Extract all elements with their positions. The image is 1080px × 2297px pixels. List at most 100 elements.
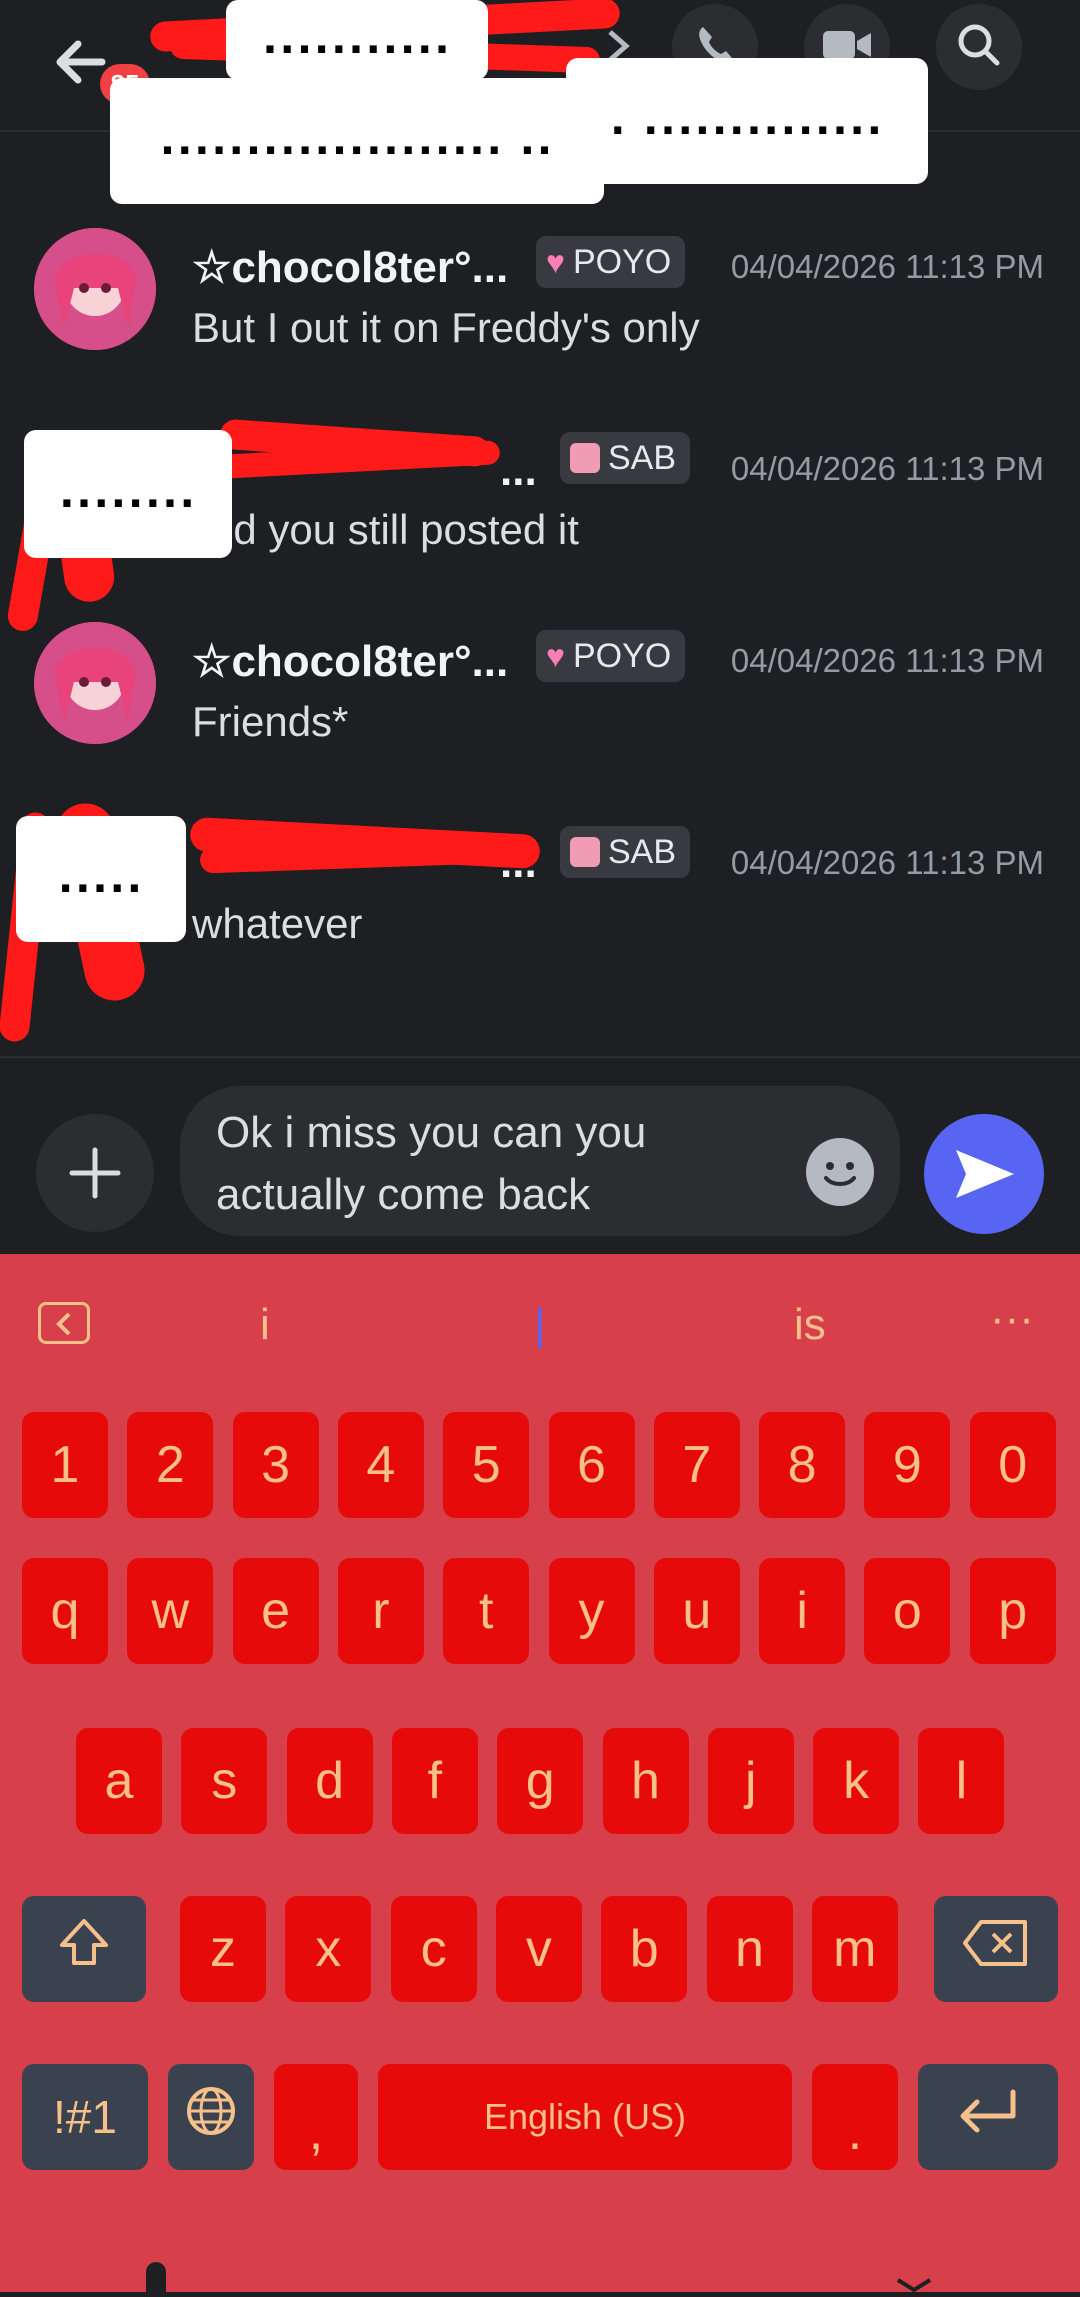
period-key[interactable]: . bbox=[812, 2064, 898, 2170]
key-2[interactable]: 2 bbox=[127, 1412, 214, 1518]
key-8[interactable]: 8 bbox=[759, 1412, 846, 1518]
message-text: But I out it on Freddy's only bbox=[192, 304, 700, 351]
timestamp: 04/04/2026 11:13 PM bbox=[730, 844, 1044, 881]
backspace-icon bbox=[961, 1918, 1031, 1981]
comma-key[interactable]: , bbox=[274, 2064, 358, 2170]
suggestion-2[interactable]: | bbox=[534, 1300, 545, 1350]
key-j[interactable]: j bbox=[707, 1728, 794, 1834]
key-p[interactable]: p bbox=[969, 1558, 1056, 1664]
timestamp: 04/04/2026 11:13 PM bbox=[730, 642, 1044, 679]
nav-bar-chevron-icon bbox=[894, 2278, 934, 2297]
username[interactable]: ☆chocol8ter°... bbox=[192, 636, 508, 687]
key-f[interactable]: f bbox=[391, 1728, 478, 1834]
timestamp: 04/04/2026 11:13 PM bbox=[730, 450, 1044, 487]
key-a[interactable]: a bbox=[76, 1728, 162, 1834]
redaction-box: ..... bbox=[16, 816, 186, 942]
more-options-icon[interactable]: ··· bbox=[990, 1294, 1034, 1344]
key-i[interactable]: i bbox=[759, 1558, 846, 1664]
symbols-key[interactable]: !#1 bbox=[22, 2064, 148, 2170]
nav-bar-handle bbox=[146, 2262, 166, 2292]
sab-badge-icon bbox=[570, 837, 600, 867]
key-z[interactable]: z bbox=[180, 1896, 266, 2002]
key-w[interactable]: w bbox=[127, 1558, 214, 1664]
tag-label: POYO bbox=[573, 242, 672, 281]
input-line: actually come back bbox=[216, 1170, 591, 1219]
key-1[interactable]: 1 bbox=[22, 1412, 108, 1518]
key-0[interactable]: 0 bbox=[969, 1412, 1056, 1518]
key-e[interactable]: e bbox=[232, 1558, 319, 1664]
key-b[interactable]: b bbox=[601, 1896, 688, 2002]
key-o[interactable]: o bbox=[864, 1558, 951, 1664]
message-text: nd you still posted it bbox=[210, 506, 579, 553]
language-key[interactable] bbox=[168, 2064, 254, 2170]
key-y[interactable]: y bbox=[548, 1558, 635, 1664]
key-x[interactable]: x bbox=[285, 1896, 372, 2002]
on-screen-keyboard: i | is ··· !#1 , English (US) . 12345678… bbox=[0, 1254, 1080, 2293]
attach-button[interactable] bbox=[36, 1114, 154, 1232]
key-n[interactable]: n bbox=[706, 1896, 793, 2002]
timestamp: 04/04/2026 11:13 PM bbox=[730, 248, 1044, 285]
redaction-box: ........... bbox=[226, 0, 488, 80]
tag-label: POYO bbox=[573, 636, 672, 675]
message[interactable]: ☆chocol8ter°... ♥ POYO 04/04/2026 11:13 … bbox=[0, 614, 1080, 764]
key-u[interactable]: u bbox=[653, 1558, 740, 1664]
key-d[interactable]: d bbox=[286, 1728, 373, 1834]
smiley-icon bbox=[806, 1138, 874, 1211]
shift-key[interactable] bbox=[22, 1896, 146, 2002]
backspace-key[interactable] bbox=[934, 1896, 1058, 2002]
key-4[interactable]: 4 bbox=[337, 1412, 424, 1518]
key-6[interactable]: 6 bbox=[548, 1412, 635, 1518]
key-g[interactable]: g bbox=[497, 1728, 584, 1834]
server-tag[interactable]: SAB bbox=[560, 826, 691, 878]
key-v[interactable]: v bbox=[495, 1896, 582, 2002]
tag-label: SAB bbox=[608, 438, 677, 477]
server-tag[interactable]: ♥ POYO bbox=[536, 630, 686, 682]
username[interactable]: ☆chocol8ter°... bbox=[192, 242, 508, 293]
message[interactable]: ... SAB 04/04/2026 11:13 PM whatever ...… bbox=[0, 782, 1080, 1052]
avatar[interactable] bbox=[34, 228, 156, 350]
plus-icon bbox=[66, 1144, 124, 1207]
tag-label: SAB bbox=[608, 832, 677, 871]
suggestion-3[interactable]: is bbox=[794, 1300, 826, 1350]
search-icon bbox=[954, 20, 1004, 75]
key-q[interactable]: q bbox=[22, 1558, 108, 1664]
key-l[interactable]: l bbox=[918, 1728, 1005, 1834]
key-t[interactable]: t bbox=[443, 1558, 530, 1664]
key-5[interactable]: 5 bbox=[443, 1412, 530, 1518]
key-s[interactable]: s bbox=[181, 1728, 268, 1834]
key-k[interactable]: k bbox=[813, 1728, 900, 1834]
chevron-left-icon bbox=[53, 1311, 75, 1342]
key-r[interactable]: r bbox=[337, 1558, 424, 1664]
message-input-text[interactable]: Ok i miss you can you actually come back bbox=[216, 1102, 776, 1226]
sab-badge-icon bbox=[570, 443, 600, 473]
avatar[interactable] bbox=[34, 622, 156, 744]
key-m[interactable]: m bbox=[811, 1896, 898, 2002]
server-tag[interactable]: SAB bbox=[560, 432, 691, 484]
key-7[interactable]: 7 bbox=[653, 1412, 740, 1518]
message[interactable]: ... SAB 04/04/2026 11:13 PM nd you still… bbox=[0, 412, 1080, 634]
server-tag[interactable]: ♥ POYO bbox=[536, 236, 686, 288]
globe-icon bbox=[183, 2083, 239, 2152]
redaction-box: . .............. bbox=[566, 58, 928, 184]
username-tail[interactable]: ... bbox=[500, 838, 537, 888]
input-line: Ok i miss you can you bbox=[216, 1108, 647, 1157]
message-input[interactable]: Ok i miss you can you actually come back bbox=[180, 1086, 900, 1236]
enter-key[interactable] bbox=[918, 2064, 1058, 2170]
username-tail[interactable]: ... bbox=[500, 446, 537, 496]
redaction-box: ........ bbox=[24, 430, 232, 558]
message[interactable]: ☆chocol8ter°... ♥ POYO 04/04/2026 11:13 … bbox=[0, 220, 1080, 370]
redaction-box: .................... .. bbox=[110, 78, 604, 204]
suggestion-1[interactable]: i bbox=[260, 1300, 270, 1350]
space-key[interactable]: English (US) bbox=[378, 2064, 792, 2170]
heart-icon: ♥ bbox=[546, 637, 565, 674]
key-3[interactable]: 3 bbox=[232, 1412, 319, 1518]
key-c[interactable]: c bbox=[390, 1896, 477, 2002]
key-h[interactable]: h bbox=[602, 1728, 689, 1834]
search-button[interactable] bbox=[936, 4, 1022, 90]
send-button[interactable] bbox=[924, 1114, 1044, 1234]
emoji-button[interactable] bbox=[806, 1138, 874, 1206]
keyboard-collapse-button[interactable] bbox=[38, 1302, 90, 1344]
message-text: whatever bbox=[192, 900, 363, 947]
chat-header: 85 ........... .................... .. .… bbox=[0, 0, 1080, 204]
key-9[interactable]: 9 bbox=[864, 1412, 951, 1518]
